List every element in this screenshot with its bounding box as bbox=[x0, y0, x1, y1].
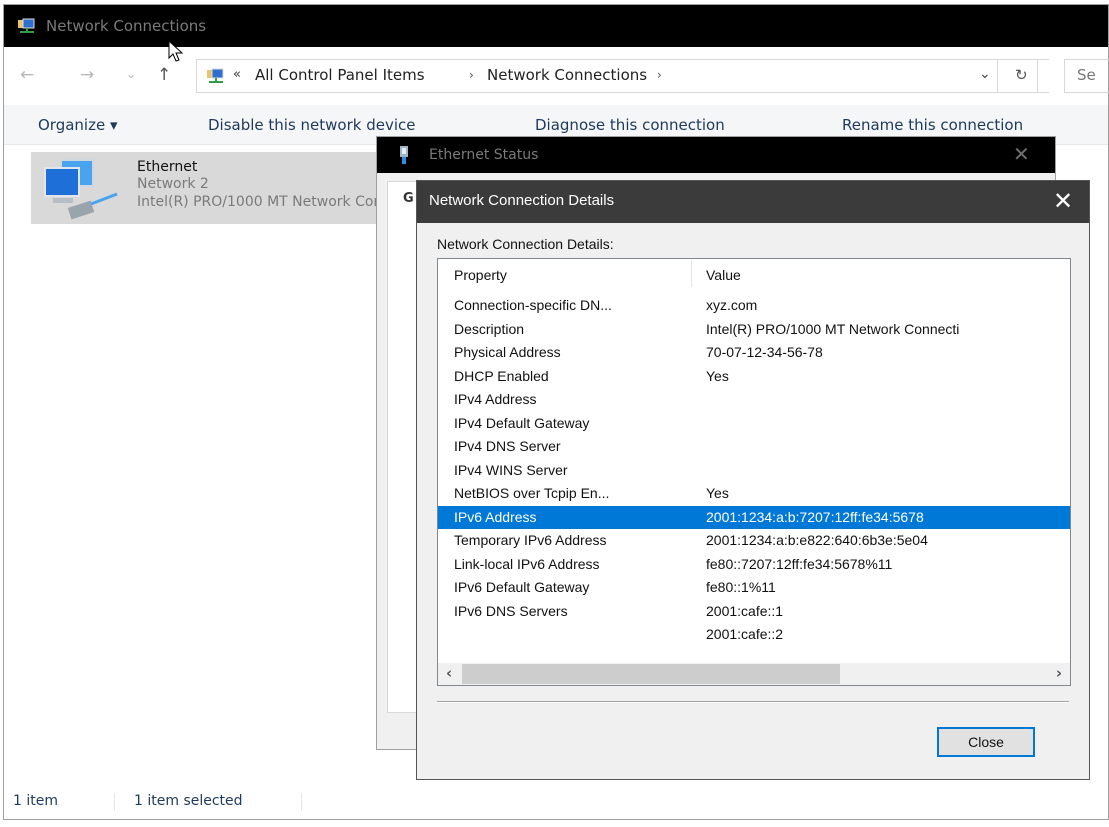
row-value: fe80::1%11 bbox=[706, 579, 776, 595]
breadcrumb-overflow-icon[interactable]: « bbox=[233, 67, 241, 82]
diagnose-connection-button[interactable]: Diagnose this connection bbox=[535, 116, 725, 134]
breadcrumb-network-connections[interactable]: Network Connections bbox=[487, 66, 647, 84]
mouse-cursor-icon bbox=[168, 40, 184, 62]
tab-general[interactable]: G bbox=[403, 191, 414, 206]
row-property: IPv4 DNS Server bbox=[454, 438, 561, 454]
details-caption: Network Connection Details: bbox=[437, 236, 614, 252]
row-property: Connection-specific DN... bbox=[454, 297, 612, 313]
network-connections-icon bbox=[18, 18, 35, 33]
row-property: IPv6 Default Gateway bbox=[454, 579, 590, 595]
row-value: xyz.com bbox=[706, 297, 758, 313]
details-row[interactable]: IPv6 Default Gateway fe80::1%11 bbox=[438, 576, 1070, 600]
refresh-button[interactable]: ↻ bbox=[997, 59, 1049, 93]
row-property: Link-local IPv6 Address bbox=[454, 555, 600, 572]
row-property: IPv6 Address bbox=[454, 508, 537, 525]
details-row[interactable]: DHCP Enabled Yes bbox=[438, 365, 1070, 389]
forward-icon[interactable]: → bbox=[80, 65, 94, 85]
row-property: Physical Address bbox=[454, 344, 561, 360]
details-title-bar[interactable]: Network Connection Details ✕ bbox=[417, 181, 1089, 223]
row-value: 70-07-12-34-56-78 bbox=[706, 344, 823, 360]
address-dropdown-icon[interactable]: ⌄ bbox=[979, 66, 991, 82]
row-value: fe80::7207:12ff:fe34:5678%11 bbox=[706, 555, 893, 572]
status-bar: 1 item 1 item selected bbox=[4, 785, 1108, 821]
row-property: IPv4 WINS Server bbox=[454, 461, 568, 478]
item-count: 1 item bbox=[13, 793, 58, 809]
refresh-icon: ↻ bbox=[1015, 66, 1028, 84]
listview-header: Property Value bbox=[438, 259, 1070, 289]
row-value: 2001:1234:a:b:e822:640:6b3e:5e04 bbox=[706, 532, 928, 548]
ethernet-status-title: Ethernet Status bbox=[429, 147, 539, 163]
breadcrumb-all-control-panel-items[interactable]: All Control Panel Items bbox=[255, 66, 425, 84]
connection-network: Network 2 bbox=[137, 176, 209, 192]
horizontal-scrollbar[interactable]: ‹ › bbox=[438, 663, 1070, 685]
scroll-right-icon[interactable]: › bbox=[1056, 664, 1062, 682]
details-title: Network Connection Details bbox=[429, 192, 615, 209]
window-title: Network Connections bbox=[46, 17, 207, 35]
row-property: DHCP Enabled bbox=[454, 367, 549, 384]
status-divider bbox=[114, 793, 115, 811]
details-row[interactable]: IPv6 DNS Servers 2001:cafe::1 bbox=[438, 600, 1070, 624]
row-property: Temporary IPv6 Address bbox=[454, 532, 607, 548]
row-value: 2001:cafe::2 bbox=[706, 626, 784, 642]
details-row[interactable]: Description Intel(R) PRO/1000 MT Network … bbox=[438, 318, 1070, 342]
row-value: 2001:cafe::1 bbox=[706, 602, 784, 619]
back-icon[interactable]: ← bbox=[20, 65, 34, 85]
details-row[interactable]: IPv4 WINS Server bbox=[438, 459, 1070, 483]
address-bar[interactable]: « All Control Panel Items › Network Conn… bbox=[196, 59, 1049, 93]
row-property: IPv4 Address bbox=[454, 391, 537, 407]
row-property: IPv4 Default Gateway bbox=[454, 414, 590, 431]
column-header-value[interactable]: Value bbox=[706, 267, 741, 283]
control-panel-icon bbox=[207, 68, 224, 83]
details-row[interactable]: Link-local IPv6 Address fe80::7207:12ff:f… bbox=[438, 553, 1070, 577]
connection-name: Ethernet bbox=[137, 159, 198, 175]
selected-count: 1 item selected bbox=[134, 793, 243, 809]
scroll-left-icon[interactable]: ‹ bbox=[446, 664, 452, 682]
separator-line bbox=[437, 701, 1069, 703]
details-row[interactable]: 2001:cafe::2 bbox=[438, 623, 1070, 647]
breadcrumb-separator-icon[interactable]: › bbox=[657, 68, 662, 82]
search-placeholder: Se bbox=[1077, 66, 1096, 84]
row-value: Yes bbox=[706, 485, 729, 501]
row-property: IPv6 DNS Servers bbox=[454, 602, 568, 619]
ethernet-status-title-bar[interactable]: Ethernet Status ✕ bbox=[377, 137, 1055, 173]
details-row[interactable]: IPv4 DNS Server bbox=[438, 435, 1070, 459]
details-row[interactable]: IPv6 Address 2001:1234:a:b:7207:12ff:fe34… bbox=[438, 505, 1070, 529]
ethernet-adapter-icon bbox=[44, 159, 118, 220]
close-button[interactable]: Close bbox=[937, 727, 1035, 757]
breadcrumb-separator-icon[interactable]: › bbox=[469, 68, 474, 82]
row-property: NetBIOS over Tcpip En... bbox=[454, 485, 610, 501]
row-value: Yes bbox=[706, 367, 729, 384]
details-row[interactable]: NetBIOS over Tcpip En... Yes bbox=[438, 482, 1070, 506]
row-value: 2001:1234:a:b:7207:12ff:fe34:5678 bbox=[706, 508, 924, 525]
network-connection-details-dialog: Network Connection Details ✕ Network Con… bbox=[416, 180, 1090, 780]
details-row[interactable]: Temporary IPv6 Address 2001:1234:a:b:e822… bbox=[438, 529, 1070, 553]
recent-locations-icon[interactable]: ⌄ bbox=[126, 67, 136, 81]
row-property: Description bbox=[454, 320, 525, 337]
close-icon[interactable]: ✕ bbox=[1053, 187, 1073, 215]
details-row[interactable]: IPv4 Default Gateway bbox=[438, 412, 1070, 436]
row-value: Intel(R) PRO/1000 MT Network Connecti bbox=[706, 320, 960, 337]
search-input[interactable]: Se bbox=[1064, 59, 1109, 93]
rename-connection-button[interactable]: Rename this connection bbox=[842, 116, 1023, 134]
disable-device-button[interactable]: Disable this network device bbox=[208, 116, 416, 134]
details-row[interactable]: IPv4 Address bbox=[438, 388, 1070, 412]
details-row[interactable]: Physical Address 70-07-12-34-56-78 bbox=[438, 341, 1070, 365]
details-listview[interactable]: Property Value Connection-specific DN...… bbox=[437, 258, 1071, 686]
details-rows: Connection-specific DN... xyz.com Descript… bbox=[438, 294, 1070, 647]
details-row[interactable]: Connection-specific DN... xyz.com bbox=[438, 294, 1070, 318]
connection-adapter: Intel(R) PRO/1000 MT Network Connection bbox=[137, 194, 381, 210]
ethernet-plug-icon bbox=[400, 146, 408, 164]
organize-menu[interactable]: Organize ▾ bbox=[38, 116, 118, 134]
scrollbar-thumb[interactable] bbox=[462, 664, 840, 684]
up-icon[interactable]: ↑ bbox=[157, 65, 171, 85]
column-divider[interactable] bbox=[691, 261, 692, 287]
column-header-property[interactable]: Property bbox=[454, 267, 507, 283]
close-icon[interactable]: ✕ bbox=[1013, 142, 1030, 166]
status-divider bbox=[301, 793, 302, 811]
connection-item-ethernet[interactable]: Ethernet Network 2 Intel(R) PRO/1000 MT … bbox=[31, 152, 381, 224]
